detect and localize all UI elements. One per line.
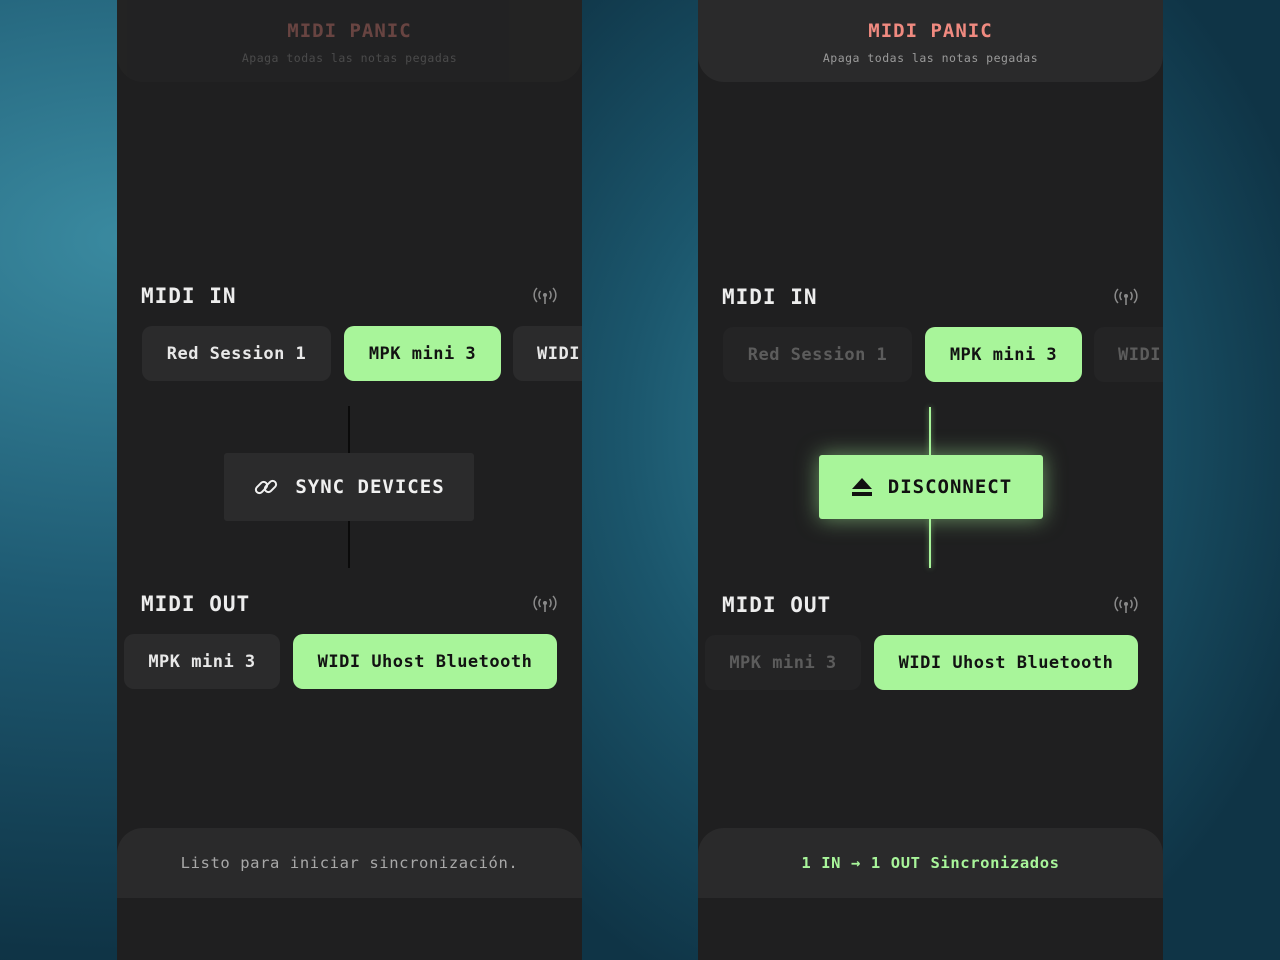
status-text: 1 IN → 1 OUT Sincronizados <box>801 854 1060 872</box>
connector-line-bottom <box>929 519 931 568</box>
midi-out-device-widi-uhost-bluetooth[interactable]: WIDI Uhost Bluetooth <box>293 634 557 689</box>
connector-line-top <box>929 407 931 455</box>
midi-in-device-widi[interactable]: WIDI <box>513 326 582 381</box>
midi-out-device-mpk-mini-3[interactable]: MPK mini 3 <box>124 634 280 689</box>
eject-icon <box>851 478 872 496</box>
screen-synced: MIDI PANIC Apaga todas las notas pegadas… <box>698 0 1163 960</box>
sync-devices-label: SYNC DEVICES <box>295 476 445 498</box>
link-icon <box>255 479 278 495</box>
midi-out-title: MIDI OUT <box>141 592 251 616</box>
status-text: Listo para iniciar sincronización. <box>180 854 519 872</box>
midi-out-title: MIDI OUT <box>722 593 832 617</box>
midi-panic-button[interactable]: MIDI PANIC Apaga todas las notas pegadas <box>117 0 582 82</box>
status-bar: 1 IN → 1 OUT Sincronizados <box>698 828 1163 898</box>
midi-panic-subtitle: Apaga todas las notas pegadas <box>241 51 458 65</box>
screen-disconnected: MIDI PANIC Apaga todas las notas pegadas… <box>117 0 582 960</box>
connector-line-top <box>348 406 350 453</box>
antenna-signal-icon <box>533 287 557 304</box>
connector-line-bottom <box>348 521 350 568</box>
midi-out-device-mpk-mini-3[interactable]: MPK mini 3 <box>705 635 861 690</box>
disconnect-label: DISCONNECT <box>887 476 1013 498</box>
status-bar: Listo para iniciar sincronización. <box>117 828 582 898</box>
midi-in-device-red-session-1[interactable]: Red Session 1 <box>142 326 331 381</box>
antenna-signal-icon <box>1114 596 1138 613</box>
midi-out-device-widi-uhost-bluetooth[interactable]: WIDI Uhost Bluetooth <box>874 635 1138 690</box>
midi-panic-title: MIDI PANIC <box>868 20 993 42</box>
midi-in-device-mpk-mini-3[interactable]: MPK mini 3 <box>925 327 1082 382</box>
midi-in-device-mpk-mini-3[interactable]: MPK mini 3 <box>344 326 501 381</box>
midi-in-device-widi[interactable]: WIDI <box>1094 327 1163 382</box>
midi-panic-title: MIDI PANIC <box>287 20 412 42</box>
antenna-signal-icon <box>533 595 557 612</box>
midi-in-title: MIDI IN <box>141 284 237 308</box>
midi-in-title: MIDI IN <box>722 285 818 309</box>
midi-panic-button[interactable]: MIDI PANIC Apaga todas las notas pegadas <box>698 0 1163 82</box>
midi-in-device-red-session-1[interactable]: Red Session 1 <box>723 327 912 382</box>
antenna-signal-icon <box>1114 288 1138 305</box>
disconnect-button[interactable]: DISCONNECT <box>819 455 1043 519</box>
sync-devices-button[interactable]: SYNC DEVICES <box>224 453 474 521</box>
midi-panic-subtitle: Apaga todas las notas pegadas <box>822 51 1039 65</box>
